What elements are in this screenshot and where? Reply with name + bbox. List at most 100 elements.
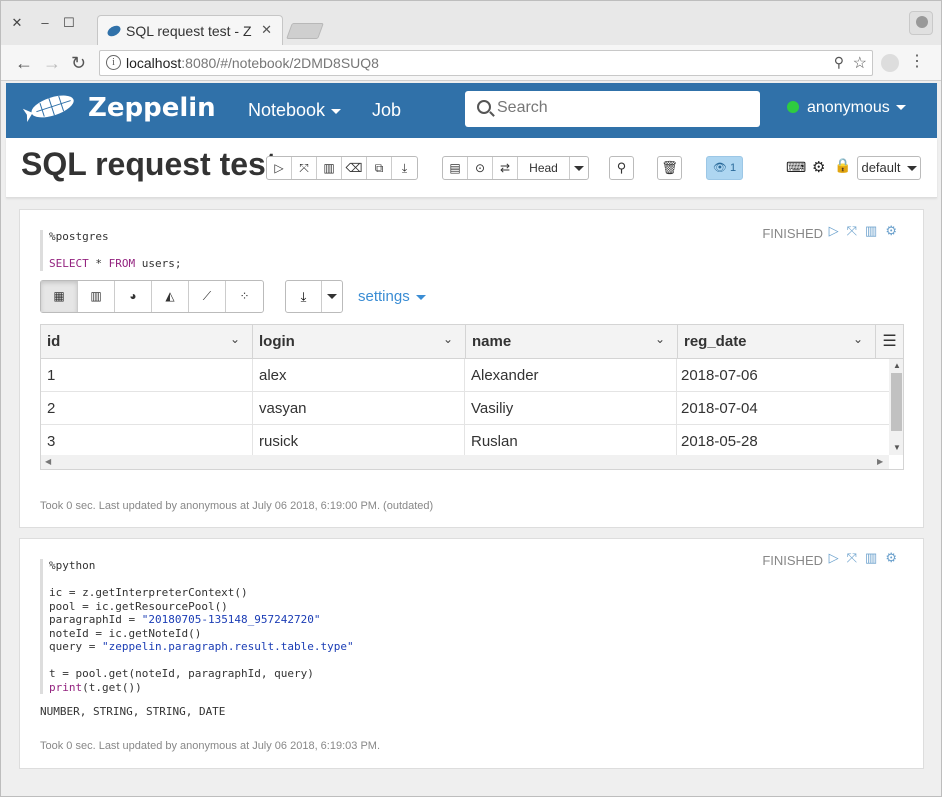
- hide-output-icon[interactable]: ▥: [865, 550, 885, 565]
- code-editor[interactable]: %postgres SELECT * FROM users;: [40, 230, 181, 271]
- result-table: id ⌄ login ⌄ name ⌄ reg_date ⌄ ☰ 1 alex Alex…: [40, 324, 904, 470]
- user-menu[interactable]: anonymous: [787, 99, 906, 117]
- scroll-left-icon[interactable]: ◀: [45, 457, 51, 466]
- download-dropdown[interactable]: [322, 281, 342, 312]
- table-cell[interactable]: 2018-07-04: [675, 392, 889, 425]
- bookmark-star-icon[interactable]: ☆: [853, 53, 867, 73]
- extension-icon[interactable]: [881, 54, 899, 72]
- version-control: ▤ ⊙ ⇄ Head: [442, 156, 589, 180]
- chevron-down-icon[interactable]: ⌄: [655, 332, 665, 346]
- table-view-icon[interactable]: ▦: [41, 281, 78, 312]
- scroll-thumb[interactable]: [891, 373, 902, 431]
- chevron-down-icon: [895, 105, 906, 111]
- notebook-menu[interactable]: Notebook: [248, 100, 342, 121]
- chevron-down-icon[interactable]: ⌄: [443, 332, 453, 346]
- online-status-dot: [787, 101, 799, 113]
- horizontal-scrollbar[interactable]: ◀ ▶: [41, 455, 889, 469]
- run-paragraph-icon[interactable]: ▷: [829, 223, 847, 238]
- version-icon[interactable]: ▤: [443, 157, 468, 179]
- commit-icon[interactable]: ⊙: [468, 157, 493, 179]
- chevron-down-icon[interactable]: ⌄: [853, 332, 863, 346]
- browser-tab[interactable]: SQL request test - Z ✕: [97, 15, 283, 46]
- line-chart-icon[interactable]: ⟋: [189, 281, 226, 312]
- paragraph-settings-icon[interactable]: ⚙: [885, 223, 905, 238]
- settings-toggle[interactable]: settings: [358, 288, 426, 305]
- compare-icon[interactable]: ⇄: [493, 157, 518, 179]
- job-link[interactable]: Job: [372, 100, 401, 121]
- browser-menu-icon[interactable]: ⋮: [909, 52, 925, 72]
- keyboard-shortcut-icon[interactable]: ⌨: [786, 159, 806, 176]
- reload-icon[interactable]: ↻: [71, 53, 86, 73]
- column-header[interactable]: login ⌄: [253, 325, 466, 359]
- paragraph-footer: Took 0 sec. Last updated by anonymous at…: [40, 500, 434, 512]
- code-editor[interactable]: %python ic = z.getInterpreterContext() p…: [40, 559, 354, 694]
- chevron-down-icon[interactable]: ⌄: [230, 332, 240, 346]
- head-revision[interactable]: Head: [518, 157, 570, 179]
- revision-dropdown[interactable]: [570, 157, 588, 179]
- url-field[interactable]: i localhost:8080/#/notebook/2DMD8SUQ8 ⚲ …: [99, 50, 873, 76]
- table-cell[interactable]: vasyan: [253, 392, 465, 425]
- bar-chart-icon[interactable]: ▥: [78, 281, 115, 312]
- notebook-header: SQL request test ▷ ⤧ ▥ ⌫ ⧉ ⤓ ▤ ⊙ ⇄ Head …: [6, 138, 937, 198]
- zeppelin-logo-icon[interactable]: [22, 92, 80, 124]
- back-icon[interactable]: ←: [15, 53, 33, 73]
- scroll-up-icon[interactable]: ▲: [893, 361, 901, 370]
- export-note-icon[interactable]: ⤓: [392, 157, 417, 179]
- table-header: id ⌄ login ⌄ name ⌄ reg_date ⌄: [41, 325, 875, 359]
- table-cell[interactable]: Vasiliy: [465, 392, 677, 425]
- table-cell[interactable]: 3: [41, 425, 253, 458]
- search-code-icon[interactable]: ⚲: [609, 156, 634, 180]
- site-info-icon[interactable]: i: [106, 55, 121, 70]
- zoom-icon[interactable]: ⚲: [834, 54, 844, 71]
- area-chart-icon[interactable]: ◭: [152, 281, 189, 312]
- viewers-badge[interactable]: 👁 1: [706, 156, 743, 180]
- new-tab-button[interactable]: [286, 23, 324, 39]
- hide-output-icon[interactable]: ▥: [865, 223, 885, 238]
- interpreter-dropdown[interactable]: default: [857, 156, 921, 180]
- pie-chart-icon[interactable]: ◕: [115, 281, 152, 312]
- hide-editor-icon[interactable]: ⤧: [847, 550, 865, 565]
- download-icon[interactable]: ⤓: [286, 281, 322, 312]
- run-paragraph-icon[interactable]: ▷: [829, 550, 847, 565]
- maximize-window-icon[interactable]: ☐: [61, 15, 77, 31]
- profile-icon[interactable]: [909, 11, 933, 35]
- clear-output-icon[interactable]: ⌫: [342, 157, 367, 179]
- scroll-right-icon[interactable]: ▶: [877, 457, 883, 466]
- paragraph-output: NUMBER, STRING, STRING, DATE: [40, 705, 226, 718]
- scatter-chart-icon[interactable]: ⁘: [226, 281, 263, 312]
- brand-name[interactable]: Zeppelin: [88, 93, 216, 123]
- hide-editor-icon[interactable]: ⤧: [847, 223, 865, 238]
- table-cell[interactable]: rusick: [253, 425, 465, 458]
- hide-code-icon[interactable]: ⤧: [292, 157, 317, 179]
- column-header[interactable]: name ⌄: [466, 325, 678, 359]
- close-window-icon[interactable]: ✕: [9, 15, 25, 31]
- grid-menu-icon[interactable]: ☰: [875, 325, 903, 359]
- delete-note-icon[interactable]: 🗑: [657, 156, 682, 180]
- hide-output-icon[interactable]: ▥: [317, 157, 342, 179]
- run-all-icon[interactable]: ▷: [267, 157, 292, 179]
- minimize-window-icon[interactable]: –: [37, 15, 53, 31]
- search-input[interactable]: [497, 99, 747, 117]
- permissions-lock-icon[interactable]: 🔒: [834, 157, 851, 174]
- column-header[interactable]: reg_date ⌄: [678, 325, 875, 359]
- paragraph-settings-icon[interactable]: ⚙: [885, 550, 905, 565]
- interpreter-settings-icon[interactable]: ⚙: [812, 158, 825, 176]
- scroll-down-icon[interactable]: ▼: [893, 443, 901, 452]
- clone-note-icon[interactable]: ⧉: [367, 157, 392, 179]
- table-cell[interactable]: Alexander: [465, 359, 677, 392]
- table-cell[interactable]: 2018-07-06: [675, 359, 889, 392]
- notebook-title[interactable]: SQL request test: [21, 146, 276, 183]
- table-row: 3 rusick Ruslan 2018-05-28: [41, 425, 889, 458]
- chevron-down-icon: [906, 166, 917, 172]
- forward-icon[interactable]: →: [43, 53, 61, 73]
- tab-close-icon[interactable]: ✕: [261, 22, 272, 38]
- column-header[interactable]: id ⌄: [41, 325, 253, 359]
- table-cell[interactable]: 1: [41, 359, 253, 392]
- table-cell[interactable]: 2018-05-28: [675, 425, 889, 458]
- table-cell[interactable]: alex: [253, 359, 465, 392]
- download-data: ⤓: [285, 280, 343, 313]
- table-cell[interactable]: 2: [41, 392, 253, 425]
- chevron-down-icon: [415, 294, 426, 300]
- vertical-scrollbar[interactable]: ▲ ▼: [889, 359, 903, 455]
- table-cell[interactable]: Ruslan: [465, 425, 677, 458]
